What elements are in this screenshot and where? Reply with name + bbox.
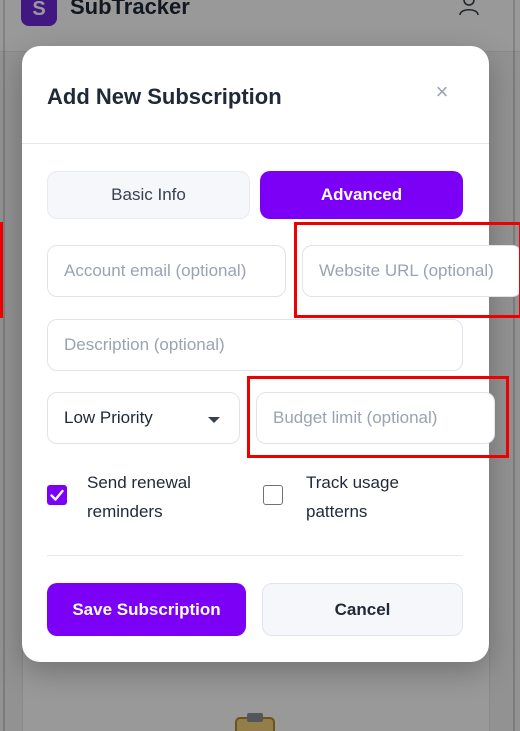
checkmark-icon [50,489,64,501]
description-input[interactable]: Description (optional) [47,319,463,371]
close-icon[interactable]: × [430,80,454,104]
footer-divider [47,555,463,556]
tab-basic-info[interactable]: Basic Info [47,171,250,219]
priority-select[interactable]: Low Priority [47,392,240,444]
cancel-button[interactable]: Cancel [262,583,463,636]
send-reminders-label: Send renewal reminders [87,473,191,521]
account-email-input[interactable]: Account email (optional) [47,245,286,297]
page-edge-left [3,0,5,731]
track-usage-checkbox[interactable] [263,485,283,505]
page-edge-right [513,0,515,731]
dialog-title: Add New Subscription [47,84,282,109]
highlight-box-website-url [294,222,520,318]
add-subscription-dialog: Add New Subscription × Basic Info Advanc… [22,46,520,662]
tab-advanced[interactable]: Advanced [260,171,463,219]
chevron-down-icon [208,417,220,423]
highlight-box-budget-limit [247,376,509,458]
save-subscription-button[interactable]: Save Subscription [47,583,246,636]
dialog-header: Add New Subscription × [22,46,489,144]
track-usage-label: Track usage patterns [306,473,399,521]
priority-select-value: Low Priority [64,408,153,427]
send-reminders-checkbox[interactable] [47,485,67,505]
highlight-box-left-edge [0,222,3,318]
